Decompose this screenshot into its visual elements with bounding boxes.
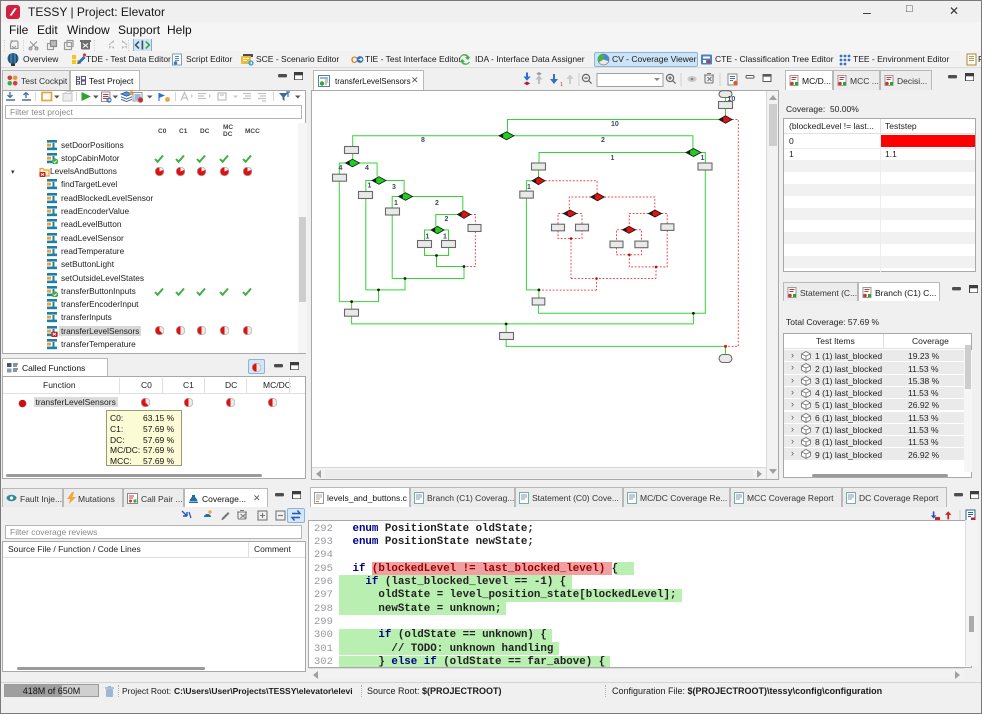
svg-text:1: 1	[611, 155, 615, 162]
svg-text:2: 2	[601, 137, 605, 144]
svg-text:1: 1	[426, 233, 430, 240]
svg-text:2: 2	[445, 216, 449, 223]
svg-text:1: 1	[394, 200, 398, 207]
svg-text:1: 1	[527, 184, 531, 191]
svg-text:4: 4	[365, 165, 369, 172]
svg-text:2: 2	[435, 200, 439, 207]
svg-text:10: 10	[728, 96, 736, 103]
svg-text:1: 1	[443, 233, 447, 240]
svg-text:3: 3	[392, 184, 396, 191]
svg-text:10: 10	[611, 121, 619, 128]
svg-text:1: 1	[368, 182, 372, 189]
svg-text:4: 4	[339, 165, 343, 172]
svg-text:1: 1	[701, 155, 705, 162]
svg-text:8: 8	[421, 137, 425, 144]
svg-text:1: 1	[560, 82, 563, 88]
